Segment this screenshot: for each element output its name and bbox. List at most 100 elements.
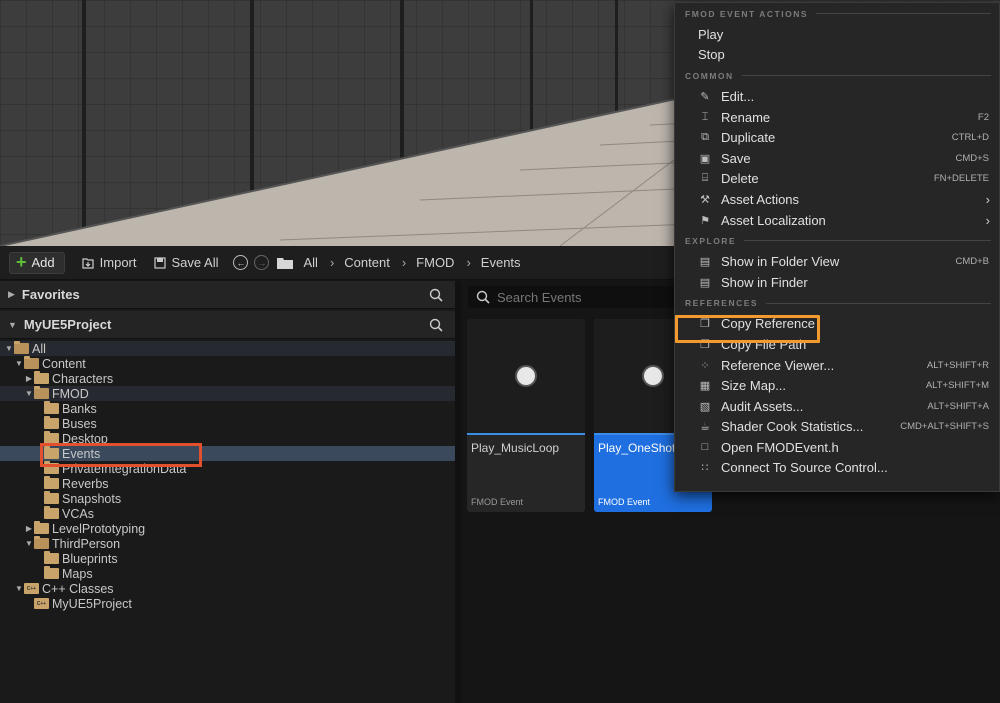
reference-viewer-icon: ⁘: [700, 359, 710, 372]
menu-section-title: COMMON: [685, 70, 734, 81]
menu-item-connect-to-source-control[interactable]: ∷ Connect To Source Control...: [675, 458, 999, 479]
asset-name: Play_MusicLoop: [471, 441, 560, 455]
favorites-label: Favorites: [21, 287, 80, 302]
save-icon: [153, 256, 166, 269]
menu-item-label: Reference Viewer...: [721, 357, 835, 373]
menu-item-shortcut: ALT+SHIFT+A: [927, 400, 989, 412]
chevron-down-icon[interactable]: ▼: [14, 584, 24, 593]
cpp-folder-icon: C++: [34, 598, 49, 609]
menu-item-stop[interactable]: Stop: [675, 45, 999, 66]
menu-item-reference-viewer[interactable]: ⁘ Reference Viewer... ALT+SHIFT+R: [675, 355, 999, 376]
menu-item-audit-assets[interactable]: ▧ Audit Assets... ALT+SHIFT+A: [675, 396, 999, 417]
tree-item-label: Reverbs: [62, 476, 109, 491]
chevron-right-icon[interactable]: ▶: [24, 524, 34, 533]
menu-item-delete[interactable]: ⌸ Delete FN+DELETE: [675, 169, 999, 190]
fmod-event-icon: [642, 365, 664, 387]
save-all-button[interactable]: Save All: [153, 255, 219, 270]
size-map-icon: ▦: [699, 380, 711, 393]
chevron-down-icon[interactable]: ▼: [24, 389, 34, 398]
asset-tile-play-musicloop[interactable]: Play_MusicLoop FMOD Event: [467, 319, 585, 512]
menu-section-title: FMOD EVENT ACTIONS: [685, 8, 809, 19]
tree-item-label: Banks: [62, 401, 97, 416]
chevron-down-icon: ▼: [8, 319, 17, 330]
tree-item-label: Buses: [62, 416, 97, 431]
menu-item-play[interactable]: Play: [675, 24, 999, 45]
menu-item-asset-localization[interactable]: ⚑ Asset Localization ›: [675, 210, 999, 231]
chevron-right-icon: ›: [401, 255, 407, 270]
breadcrumb-fmod[interactable]: FMOD: [416, 255, 454, 270]
menu-item-label: Stop: [698, 47, 725, 63]
breadcrumb-content[interactable]: Content: [344, 255, 390, 270]
tree-item-myue5project[interactable]: C++ MyUE5Project: [0, 596, 455, 611]
breadcrumb-events[interactable]: Events: [481, 255, 521, 270]
menu-item-show-in-finder[interactable]: ▤ Show in Finder: [675, 272, 999, 293]
menu-item-duplicate[interactable]: ⧉ Duplicate CTRL+D: [675, 127, 999, 148]
submenu-arrow-icon: ›: [985, 212, 990, 228]
tree-item-content[interactable]: ▼ Content: [0, 356, 455, 371]
menu-item-open-fmodevent-h[interactable]: □ Open FMODEvent.h: [675, 437, 999, 458]
menu-item-label: Asset Localization: [721, 212, 826, 228]
save-all-button-label: Save All: [171, 255, 219, 270]
duplicate-icon: ⧉: [701, 131, 709, 144]
flag-icon: ⚑: [700, 214, 710, 227]
chevron-down-icon[interactable]: ▼: [24, 539, 34, 548]
import-icon: [82, 257, 94, 269]
tree-item-characters[interactable]: ▶ Characters: [0, 371, 455, 386]
menu-item-shader-cook-statistics[interactable]: ☕ Shader Cook Statistics... CMD+ALT+SHIFT+…: [675, 417, 999, 438]
folder-open-icon: [24, 356, 39, 369]
search-icon[interactable]: [429, 288, 443, 302]
chevron-down-icon[interactable]: ▼: [4, 344, 14, 353]
folder-icon: [44, 491, 59, 504]
cpp-folder-icon: C++: [24, 583, 39, 594]
import-button[interactable]: Import: [81, 255, 137, 270]
add-button[interactable]: + Add: [9, 251, 65, 274]
tree-item-label: VCAs: [62, 506, 94, 521]
chevron-down-icon[interactable]: ▼: [14, 359, 24, 368]
search-icon[interactable]: [429, 318, 443, 332]
project-header[interactable]: ▼ MyUE5Project: [0, 311, 455, 339]
menu-item-rename[interactable]: ⌶ Rename F2: [675, 107, 999, 128]
search-events-input[interactable]: Search Events: [468, 286, 678, 308]
wrench-icon: ⚒: [700, 193, 710, 206]
tree-item-maps[interactable]: Maps: [0, 566, 455, 581]
tree-item-banks[interactable]: Banks: [0, 401, 455, 416]
source-control-icon: ∷: [701, 462, 709, 475]
menu-item-label: Edit...: [721, 88, 755, 104]
menu-item-save[interactable]: ▣ Save CMD+S: [675, 148, 999, 169]
favorites-header[interactable]: ▶ Favorites: [0, 281, 455, 309]
menu-item-shortcut: CMD+B: [955, 256, 989, 268]
back-arrow-icon[interactable]: ←: [233, 255, 249, 270]
tree-item-buses[interactable]: Buses: [0, 416, 455, 431]
folder-tree: ▼ All ▼ Content ▶ Characters ▼ FMOD Banks Buses De…: [0, 341, 455, 611]
tree-item-blueprints[interactable]: Blueprints: [0, 551, 455, 566]
shader-icon: ☕: [700, 421, 710, 434]
menu-section-explore: EXPLORE: [675, 230, 999, 251]
tree-item-vcas[interactable]: VCAs: [0, 506, 455, 521]
folder-icon: [44, 551, 59, 564]
asset-thumbnail: [467, 319, 585, 435]
tree-item-all[interactable]: ▼ All: [0, 341, 455, 356]
tree-item-fmod[interactable]: ▼ FMOD: [0, 386, 455, 401]
breadcrumb-all[interactable]: All: [303, 255, 317, 270]
menu-item-edit[interactable]: ✎ Edit...: [675, 86, 999, 107]
forward-arrow-icon[interactable]: →: [254, 255, 270, 270]
folder-icon: [44, 476, 59, 489]
chevron-right-icon[interactable]: ▶: [24, 374, 34, 383]
tree-item-thirdperson[interactable]: ▼ ThirdPerson: [0, 536, 455, 551]
trash-icon: ⌸: [701, 172, 709, 185]
tree-item-levelprototyping[interactable]: ▶ LevelPrototyping: [0, 521, 455, 536]
tree-item-label: Characters: [52, 371, 114, 386]
audit-icon: ▧: [699, 400, 711, 413]
menu-item-size-map[interactable]: ▦ Size Map... ALT+SHIFT+M: [675, 375, 999, 396]
menu-item-label: Show in Finder: [721, 274, 808, 290]
finder-icon: ▤: [699, 276, 711, 289]
tree-item-label: Content: [42, 356, 86, 371]
menu-item-asset-actions[interactable]: ⚒ Asset Actions ›: [675, 189, 999, 210]
menu-item-show-in-folder-view[interactable]: ▤ Show in Folder View CMD+B: [675, 251, 999, 272]
tree-item-c-classes[interactable]: ▼ C++ C++ Classes: [0, 581, 455, 596]
asset-type: FMOD Event: [471, 497, 524, 507]
tree-item-snapshots[interactable]: Snapshots: [0, 491, 455, 506]
menu-item-label: Play: [698, 26, 724, 42]
tree-item-reverbs[interactable]: Reverbs: [0, 476, 455, 491]
menu-divider: [766, 302, 991, 304]
